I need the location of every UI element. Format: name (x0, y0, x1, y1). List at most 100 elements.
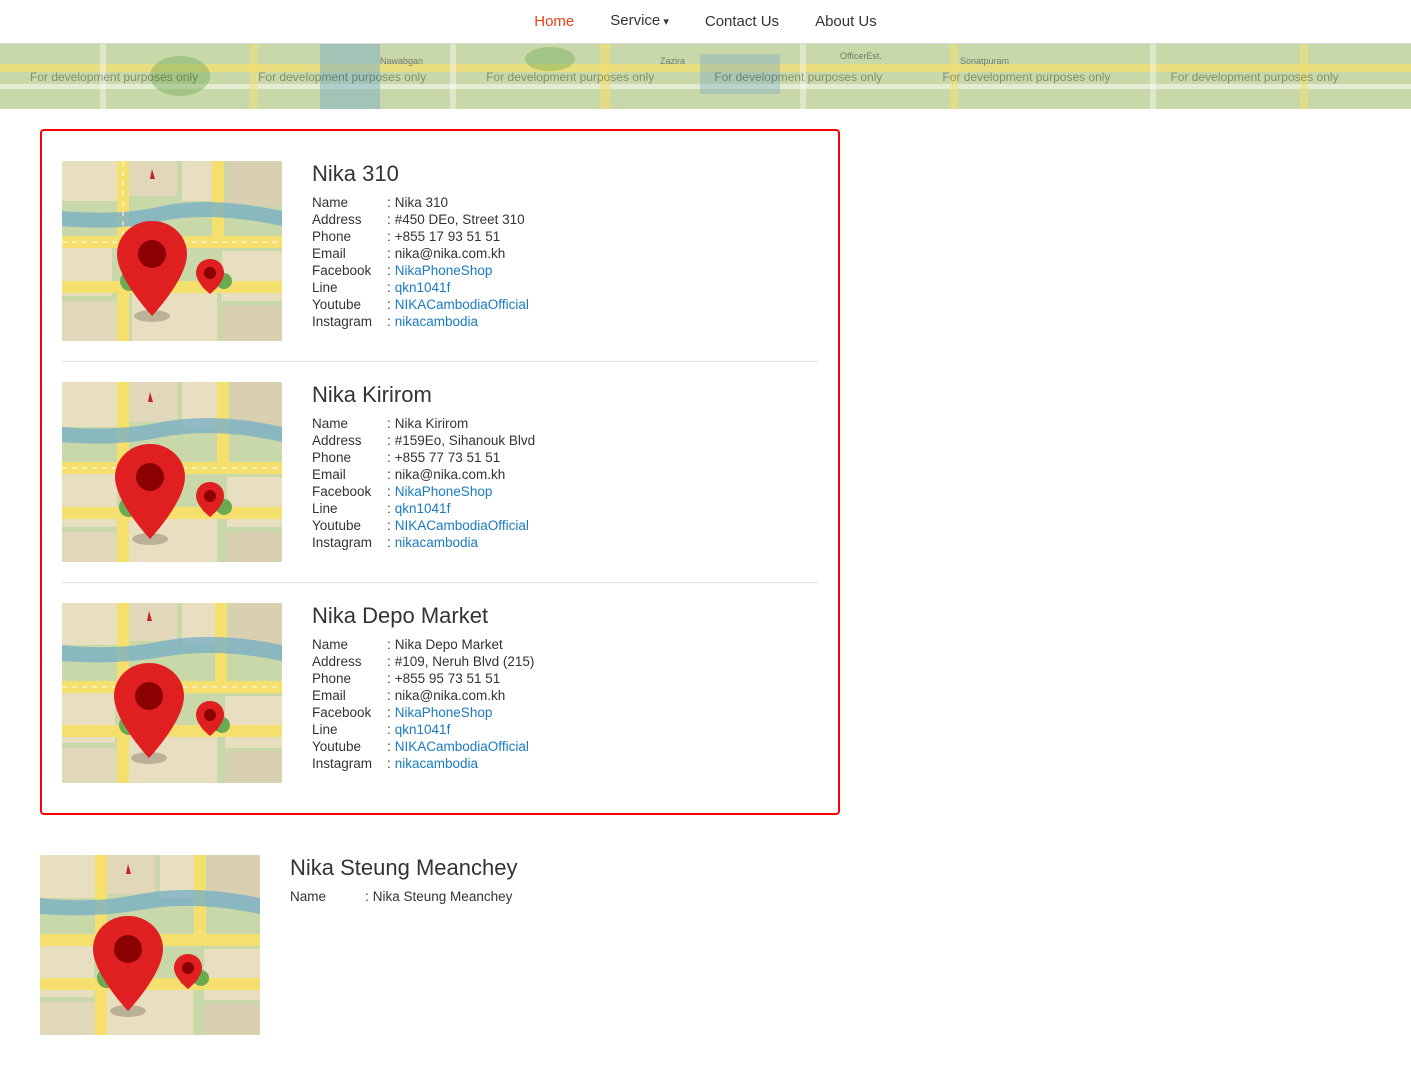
navigation: Home Service Contact Us About Us (0, 0, 1411, 44)
label-youtube-0: Youtube (312, 297, 387, 312)
value-name-2: Nika Depo Market (395, 637, 503, 652)
label-line-2: Line (312, 722, 387, 737)
info-row-youtube-0: Youtube : NIKACambodiaOfficial (312, 297, 818, 312)
info-row-address-1: Address : #159Eo, Sihanouk Blvd (312, 433, 818, 448)
label-phone-1: Phone (312, 450, 387, 465)
info-row-phone-2: Phone : +855 95 73 51 51 (312, 671, 818, 686)
link-youtube-1[interactable]: NIKACambodiaOfficial (395, 518, 529, 533)
dev-text-2: For development purposes only (228, 70, 456, 84)
info-row-address-2: Address : #109, Neruh Blvd (215) (312, 654, 818, 669)
map-thumbnail-2[interactable] (62, 603, 282, 783)
location-info-1: Nika Kirirom Name : Nika Kirirom Address… (312, 382, 818, 552)
info-row-name-partial: Name : Nika Steung Meanchey (290, 889, 1060, 904)
info-row-name-0: Name : Nika 310 (312, 195, 818, 210)
svg-text:Sonatpuram: Sonatpuram (960, 56, 1009, 66)
label-address-0: Address (312, 212, 387, 227)
info-row-line-1: Line : qkn1041f (312, 501, 818, 516)
link-youtube-2[interactable]: NIKACambodiaOfficial (395, 739, 529, 754)
label-address-1: Address (312, 433, 387, 448)
location-card-1: Nika Kirirom Name : Nika Kirirom Address… (62, 362, 818, 583)
value-name-partial: Nika Steung Meanchey (373, 889, 513, 904)
value-phone-0: +855 17 93 51 51 (395, 229, 500, 244)
value-name-1: Nika Kirirom (395, 416, 469, 431)
label-name-partial: Name (290, 889, 365, 904)
info-row-address-0: Address : #450 DEo, Street 310 (312, 212, 818, 227)
label-name-2: Name (312, 637, 387, 652)
value-phone-2: +855 95 73 51 51 (395, 671, 500, 686)
info-row-phone-0: Phone : +855 17 93 51 51 (312, 229, 818, 244)
nav-about[interactable]: About Us (797, 0, 895, 44)
label-facebook-2: Facebook (312, 705, 387, 720)
info-row-line-0: Line : qkn1041f (312, 280, 818, 295)
map-thumbnail-0[interactable] (62, 161, 282, 341)
link-facebook-1[interactable]: NikaPhoneShop (395, 484, 493, 499)
location-card-partial: Nika Steung Meanchey Name : Nika Steung … (40, 835, 1060, 1045)
map-thumbnail-partial[interactable] (40, 855, 260, 1035)
location-info-partial: Nika Steung Meanchey Name : Nika Steung … (290, 855, 1060, 906)
label-facebook-1: Facebook (312, 484, 387, 499)
info-row-name-2: Name : Nika Depo Market (312, 637, 818, 652)
link-line-0[interactable]: qkn1041f (395, 280, 451, 295)
info-row-email-1: Email : nika@nika.com.kh (312, 467, 818, 482)
value-email-0: nika@nika.com.kh (395, 246, 506, 261)
location-title-1: Nika Kirirom (312, 382, 818, 408)
label-address-2: Address (312, 654, 387, 669)
info-row-email-2: Email : nika@nika.com.kh (312, 688, 818, 703)
label-youtube-1: Youtube (312, 518, 387, 533)
value-address-1: #159Eo, Sihanouk Blvd (395, 433, 535, 448)
nav-home[interactable]: Home (516, 0, 592, 44)
info-row-instagram-0: Instagram : nikacambodia (312, 314, 818, 329)
label-instagram-1: Instagram (312, 535, 387, 550)
label-facebook-0: Facebook (312, 263, 387, 278)
value-name-0: Nika 310 (395, 195, 448, 210)
main-content: Nika 310 Name : Nika 310 Address : #450 … (0, 109, 1100, 1065)
info-row-youtube-1: Youtube : NIKACambodiaOfficial (312, 518, 818, 533)
info-row-facebook-0: Facebook : NikaPhoneShop (312, 263, 818, 278)
location-info-0: Nika 310 Name : Nika 310 Address : #450 … (312, 161, 818, 331)
link-facebook-2[interactable]: NikaPhoneShop (395, 705, 493, 720)
link-instagram-0[interactable]: nikacambodia (395, 314, 478, 329)
location-info-2: Nika Depo Market Name : Nika Depo Market… (312, 603, 818, 773)
info-row-phone-1: Phone : +855 77 73 51 51 (312, 450, 818, 465)
label-line-1: Line (312, 501, 387, 516)
info-row-facebook-2: Facebook : NikaPhoneShop (312, 705, 818, 720)
location-title-partial: Nika Steung Meanchey (290, 855, 1060, 881)
info-row-youtube-2: Youtube : NIKACambodiaOfficial (312, 739, 818, 754)
svg-text:Nawabgan: Nawabgan (380, 56, 423, 66)
label-line-0: Line (312, 280, 387, 295)
link-instagram-2[interactable]: nikacambodia (395, 756, 478, 771)
location-card-2: Nika Depo Market Name : Nika Depo Market… (62, 583, 818, 803)
dev-text-4: For development purposes only (684, 70, 912, 84)
label-instagram-0: Instagram (312, 314, 387, 329)
value-phone-1: +855 77 73 51 51 (395, 450, 500, 465)
location-card-0: Nika 310 Name : Nika 310 Address : #450 … (62, 141, 818, 362)
label-name-0: Name (312, 195, 387, 210)
link-facebook-0[interactable]: NikaPhoneShop (395, 263, 493, 278)
map-banner: Nawabgan Zazira OfficerEst. Sonatpuram F… (0, 44, 1411, 109)
map-thumbnail-1[interactable] (62, 382, 282, 562)
label-phone-2: Phone (312, 671, 387, 686)
link-line-1[interactable]: qkn1041f (395, 501, 451, 516)
location-title-2: Nika Depo Market (312, 603, 818, 629)
nav-service[interactable]: Service (592, 0, 687, 44)
label-email-1: Email (312, 467, 387, 482)
nav-contact[interactable]: Contact Us (687, 0, 797, 44)
location-title-0: Nika 310 (312, 161, 818, 187)
link-youtube-0[interactable]: NIKACambodiaOfficial (395, 297, 529, 312)
location-container: Nika 310 Name : Nika 310 Address : #450 … (40, 129, 840, 815)
label-youtube-2: Youtube (312, 739, 387, 754)
label-email-2: Email (312, 688, 387, 703)
info-row-email-0: Email : nika@nika.com.kh (312, 246, 818, 261)
value-address-0: #450 DEo, Street 310 (395, 212, 525, 227)
dev-text-1: For development purposes only (0, 70, 228, 84)
info-row-instagram-2: Instagram : nikacambodia (312, 756, 818, 771)
label-name-1: Name (312, 416, 387, 431)
info-row-line-2: Line : qkn1041f (312, 722, 818, 737)
link-line-2[interactable]: qkn1041f (395, 722, 451, 737)
info-row-instagram-1: Instagram : nikacambodia (312, 535, 818, 550)
link-instagram-1[interactable]: nikacambodia (395, 535, 478, 550)
value-email-1: nika@nika.com.kh (395, 467, 506, 482)
svg-text:Zazira: Zazira (660, 56, 685, 66)
value-email-2: nika@nika.com.kh (395, 688, 506, 703)
info-row-name-1: Name : Nika Kirirom (312, 416, 818, 431)
